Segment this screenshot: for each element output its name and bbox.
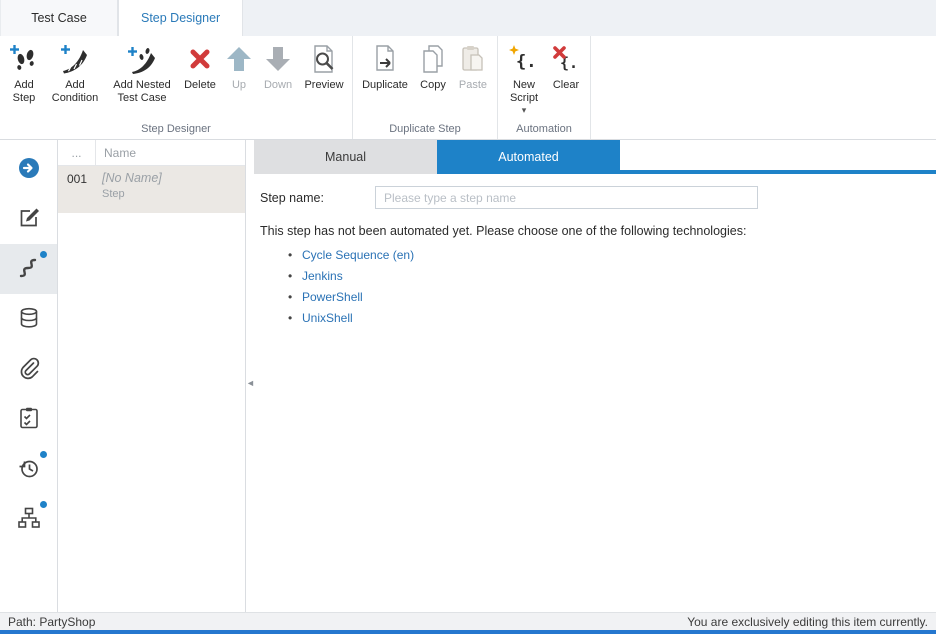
duplicate-icon — [368, 42, 402, 76]
sidebar-item-attachments[interactable] — [0, 344, 57, 394]
add-step-button[interactable]: Add Step — [4, 39, 44, 106]
dropdown-caret-icon: ▾ — [522, 106, 527, 114]
tab-automated[interactable]: Automated — [437, 140, 620, 174]
go-to-icon — [17, 156, 41, 183]
add-step-icon — [7, 42, 41, 76]
app-window: Test Case Step Designer — [0, 0, 936, 634]
tech-link-powershell[interactable]: PowerShell — [302, 290, 363, 304]
delete-icon — [183, 42, 217, 76]
clear-script-button[interactable]: {..} Clear — [546, 39, 586, 93]
preview-icon — [307, 42, 341, 76]
copy-icon — [416, 42, 450, 76]
preview-label: Preview — [304, 79, 343, 92]
paste-icon — [456, 42, 490, 76]
down-arrow-icon — [261, 42, 295, 76]
delete-label: Delete — [184, 79, 216, 92]
status-bar: Path: PartyShop You are exclusively edit… — [0, 612, 936, 634]
copy-label: Copy — [420, 79, 446, 92]
attachments-icon — [17, 356, 41, 383]
sidebar-item-hierarchy[interactable] — [0, 494, 57, 544]
paste-label: Paste — [459, 79, 487, 92]
not-automated-message: This step has not been automated yet. Pl… — [260, 224, 936, 238]
add-step-label: Add Step — [6, 79, 42, 105]
delete-button[interactable]: Delete — [178, 39, 222, 93]
step-name-row: Step name: — [260, 186, 936, 209]
history-icon — [17, 456, 41, 483]
add-condition-icon — [58, 42, 92, 76]
step-name: [No Name] — [102, 171, 239, 185]
active-tab-indicator — [619, 170, 936, 174]
sidebar-item-go-to[interactable] — [0, 144, 57, 194]
edit-icon — [17, 206, 41, 233]
tech-link-cycle-sequence[interactable]: Cycle Sequence (en) — [302, 248, 414, 262]
sidebar-item-checklist[interactable] — [0, 394, 57, 444]
ribbon-group-automation: {..} New Script ▾ {..} — [498, 36, 591, 139]
sidebar-item-edit[interactable] — [0, 194, 57, 244]
column-header-number: ... — [58, 140, 96, 165]
move-up-button[interactable]: Up — [222, 39, 256, 93]
ribbon-group-step-designer: Add Step Add Condition — [0, 36, 353, 139]
ribbon: Add Step Add Condition — [0, 36, 936, 140]
technology-list: Cycle Sequence (en) Jenkins PowerShell U… — [288, 247, 936, 327]
step-editor-panel: Manual Automated Step name: This step ha… — [246, 140, 936, 612]
new-script-button[interactable]: {..} New Script ▾ — [502, 39, 546, 115]
ribbon-group-duplicate-step: Duplicate Copy — [353, 36, 498, 139]
clear-icon: {..} — [549, 42, 583, 76]
add-condition-label: Add Condition — [46, 79, 104, 105]
sidebar-item-history[interactable] — [0, 444, 57, 494]
preview-button[interactable]: Preview — [300, 39, 348, 93]
tech-link-unixshell[interactable]: UnixShell — [302, 311, 353, 325]
steps-icon — [17, 256, 41, 283]
notification-dot — [40, 501, 47, 508]
step-number: 001 — [58, 166, 96, 213]
add-condition-button[interactable]: Add Condition — [44, 39, 106, 106]
new-script-label: New Script — [504, 79, 544, 105]
step-list-row[interactable]: 001 [No Name] Step — [58, 166, 245, 213]
move-down-button[interactable]: Down — [256, 39, 300, 93]
editor-tab-bar: Manual Automated — [246, 140, 936, 174]
move-up-label: Up — [232, 79, 246, 92]
list-item: Jenkins — [288, 268, 936, 285]
status-path: Path: PartyShop — [8, 615, 95, 629]
move-down-label: Down — [264, 79, 292, 92]
ribbon-group-label: Automation — [502, 119, 586, 139]
collapse-panel-arrow-icon[interactable] — [246, 374, 258, 392]
ribbon-group-label: Duplicate Step — [357, 119, 493, 139]
add-nested-test-case-label: Add Nested Test Case — [108, 79, 176, 105]
ribbon-group-label: Step Designer — [4, 119, 348, 139]
notification-dot — [40, 251, 47, 258]
paste-button[interactable]: Paste — [453, 39, 493, 93]
status-edit-notice: You are exclusively editing this item cu… — [687, 615, 928, 629]
add-nested-test-case-icon — [125, 42, 159, 76]
sidebar-item-steps[interactable] — [0, 244, 57, 294]
copy-button[interactable]: Copy — [413, 39, 453, 93]
tab-step-designer[interactable]: Step Designer — [118, 0, 243, 36]
duplicate-button[interactable]: Duplicate — [357, 39, 413, 93]
notification-dot — [40, 451, 47, 458]
document-tab-strip: Test Case Step Designer — [0, 0, 936, 36]
checklist-icon — [17, 406, 41, 433]
tab-test-case[interactable]: Test Case — [0, 0, 118, 36]
column-header-name: Name — [96, 140, 245, 165]
svg-text:{..}: {..} — [516, 52, 540, 72]
steps-list-panel: ... Name 001 [No Name] Step — [58, 140, 246, 612]
duplicate-label: Duplicate — [362, 79, 408, 92]
database-icon — [17, 306, 41, 333]
list-item: PowerShell — [288, 289, 936, 306]
list-item: Cycle Sequence (en) — [288, 247, 936, 264]
hierarchy-icon — [17, 506, 41, 533]
step-type: Step — [102, 188, 239, 200]
list-item: UnixShell — [288, 310, 936, 327]
step-name-input[interactable] — [375, 186, 758, 209]
tab-manual[interactable]: Manual — [254, 140, 437, 174]
left-icon-sidebar — [0, 140, 58, 612]
sidebar-item-database[interactable] — [0, 294, 57, 344]
add-nested-test-case-button[interactable]: Add Nested Test Case — [106, 39, 178, 106]
steps-list-header: ... Name — [58, 140, 245, 166]
new-script-icon: {..} — [507, 42, 541, 76]
up-arrow-icon — [222, 42, 256, 76]
tech-link-jenkins[interactable]: Jenkins — [302, 269, 343, 283]
step-name-field-label: Step name: — [260, 191, 375, 205]
clear-label: Clear — [553, 79, 579, 92]
